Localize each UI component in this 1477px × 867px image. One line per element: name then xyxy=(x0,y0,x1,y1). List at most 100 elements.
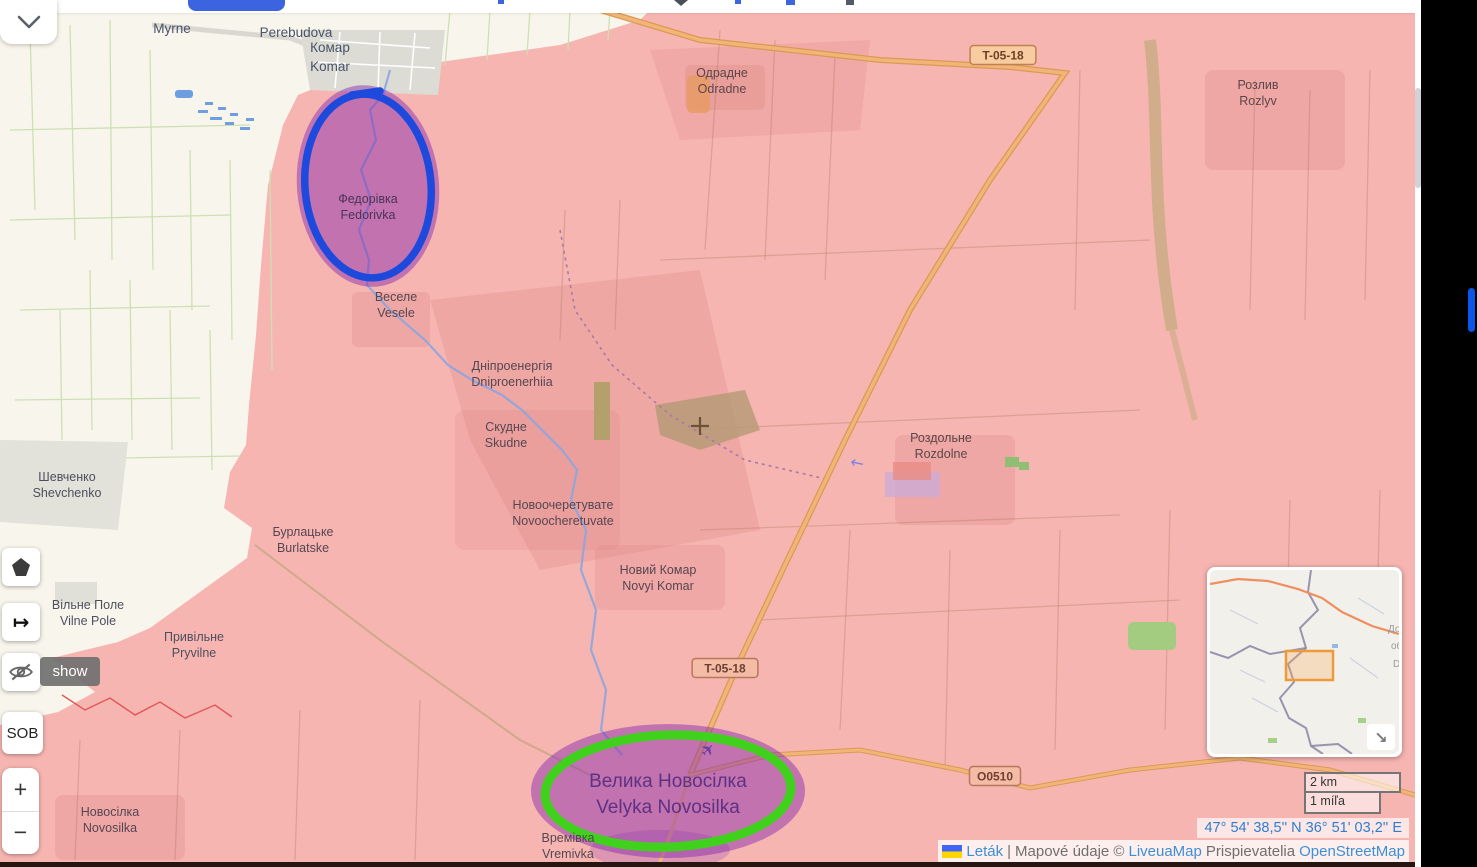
attribution-label: Mapové údaje © xyxy=(1015,843,1124,860)
bottom-edge-strip xyxy=(0,862,1415,867)
svg-text:Komar: Komar xyxy=(310,59,350,74)
toolbar-fragment xyxy=(786,0,795,5)
viewport-indicator[interactable] xyxy=(1286,651,1333,680)
right-black-panel xyxy=(1421,0,1477,867)
liveuamap-link[interactable]: LiveuaMap xyxy=(1128,843,1201,860)
svg-text:O0510: O0510 xyxy=(977,770,1013,784)
svg-text:Велика Новосілка: Велика Новосілка xyxy=(589,771,747,792)
map-label: Perebudova xyxy=(260,25,333,40)
svg-text:Новоочеретувате: Новоочеретувате xyxy=(513,498,614,512)
svg-text:Розлив: Розлив xyxy=(1237,78,1278,92)
svg-text:Dniproenerhiia: Dniproenerhiia xyxy=(471,375,552,389)
pentagon-icon xyxy=(9,556,33,578)
minimap-green xyxy=(1358,718,1366,723)
svg-text:Бурлацьке: Бурлацьке xyxy=(272,525,333,539)
svg-text:Shevchenko: Shevchenko xyxy=(33,486,102,500)
svg-text:Burlatske: Burlatske xyxy=(277,541,329,555)
diagonal-arrow-icon: ↘ xyxy=(1374,728,1387,747)
sob-label: SOB xyxy=(7,725,39,742)
svg-text:Новосілка: Новосілка xyxy=(81,805,139,819)
chevron-down-icon xyxy=(14,14,44,30)
toolbar-fragment xyxy=(498,0,504,4)
svg-text:Комар: Комар xyxy=(310,40,350,55)
svg-text:Дніпроенергія: Дніпроенергія xyxy=(472,359,553,373)
hide-layers-button[interactable] xyxy=(2,653,40,691)
minimap-road xyxy=(1210,579,1399,634)
minimap-edge-labels: До об D xyxy=(1388,624,1399,670)
scale-bar-km: 2 km xyxy=(1304,772,1401,793)
minimap-edge-label: D xyxy=(1393,659,1399,670)
svg-text:Perebudova: Perebudova xyxy=(260,25,333,40)
svg-text:Времівка: Времівка xyxy=(542,831,595,845)
app-window: ✈← MyrnePerebudovaКомарKomarОдраднеOdrad… xyxy=(0,0,1477,867)
openstreetmap-link[interactable]: OpenStreetMap xyxy=(1299,843,1405,860)
top-toolbar xyxy=(0,0,1421,13)
zoom-control: + − xyxy=(2,768,39,854)
svg-text:Одрадне: Одрадне xyxy=(696,66,748,80)
green-patch xyxy=(1019,462,1029,470)
measure-button[interactable]: ↦ xyxy=(2,603,40,641)
scale-bar-miles: 1 míľa xyxy=(1304,793,1381,814)
eye-off-icon xyxy=(8,662,34,682)
green-patch xyxy=(1128,622,1176,650)
toolbar-fragment xyxy=(846,0,854,5)
map-viewport[interactable]: ✈← MyrnePerebudovaКомарKomarОдраднеOdrad… xyxy=(0,0,1415,867)
svg-text:Novyi Komar: Novyi Komar xyxy=(622,579,694,593)
forest-patch xyxy=(594,382,610,440)
cursor-coordinates: 47° 54' 38,5'' N 36° 51' 03,2'' E xyxy=(1197,818,1409,838)
road-badge: O0510 xyxy=(970,767,1021,786)
toolbar-fragment xyxy=(735,0,741,4)
zoom-in-button[interactable]: + xyxy=(2,768,39,812)
svg-text:Novoocheretuvate: Novoocheretuvate xyxy=(512,514,614,528)
map-label: Myrne xyxy=(153,21,191,36)
svg-text:Шевченко: Шевченко xyxy=(38,470,95,484)
svg-text:Odradne: Odradne xyxy=(698,82,747,96)
svg-text:Vesele: Vesele xyxy=(377,306,415,320)
road-badge: T-05-18 xyxy=(970,46,1036,65)
svg-text:Скудне: Скудне xyxy=(485,420,527,434)
war-map[interactable]: ✈← MyrnePerebudovaКомарKomarОдраднеOdrad… xyxy=(0,0,1415,867)
minimap-green xyxy=(1268,738,1277,743)
svg-text:T-05-18: T-05-18 xyxy=(704,662,746,676)
primary-button-fragment[interactable] xyxy=(188,0,285,11)
right-scrollbar-thumb[interactable] xyxy=(1468,288,1475,332)
show-layers-button[interactable]: show xyxy=(40,657,100,686)
svg-text:Velyka Novosilka: Velyka Novosilka xyxy=(596,797,740,818)
blue-circle-overshoot xyxy=(352,91,380,95)
attribution-divider: | xyxy=(1007,843,1011,860)
attribution-contributors: Prispievatelia xyxy=(1206,843,1295,860)
svg-text:Привільне: Привільне xyxy=(164,630,224,644)
svg-text:Vilne Pole: Vilne Pole xyxy=(60,614,116,628)
green-patch xyxy=(1005,457,1019,467)
map-attribution: Leták | Mapové údaje © LiveuaMap Prispie… xyxy=(938,840,1409,862)
svg-text:Веселе: Веселе xyxy=(375,290,417,304)
sob-button[interactable]: SOB xyxy=(2,712,43,754)
svg-text:Rozdolne: Rozdolne xyxy=(915,447,968,461)
svg-text:Федорівка: Федорівка xyxy=(338,192,398,206)
zoom-out-button[interactable]: − xyxy=(2,812,39,855)
svg-text:Myrne: Myrne xyxy=(153,21,191,36)
collapse-panel-button[interactable] xyxy=(0,0,57,44)
leaflet-link[interactable]: Leták xyxy=(966,843,1003,860)
svg-text:Fedorivka: Fedorivka xyxy=(341,208,396,222)
svg-text:Novosilka: Novosilka xyxy=(83,821,137,835)
chevron-down-icon xyxy=(674,0,688,6)
svg-text:Pryvilne: Pryvilne xyxy=(172,646,217,660)
mapsto-icon: ↦ xyxy=(13,610,30,634)
overview-minimap[interactable]: До об D ↘ xyxy=(1207,567,1402,757)
svg-text:Vremivka: Vremivka xyxy=(542,847,594,861)
svg-text:Роздольне: Роздольне xyxy=(910,431,972,445)
minimap-toggle-button[interactable]: ↘ xyxy=(1367,724,1395,750)
ukraine-flag-icon xyxy=(942,845,962,858)
minimap-edge-label: об xyxy=(1391,640,1399,652)
minimap-edge-label: До xyxy=(1388,624,1399,635)
shevchenko-urban-area xyxy=(0,440,128,530)
svg-text:Вільне Поле: Вільне Поле xyxy=(52,598,124,612)
show-label: show xyxy=(52,663,87,680)
minimap-canvas: До об D ↘ xyxy=(1210,570,1399,754)
svg-text:Skudne: Skudne xyxy=(485,436,527,450)
draw-polygon-button[interactable] xyxy=(2,548,40,586)
minimap-water xyxy=(1332,644,1338,648)
svg-text:Rozlyv: Rozlyv xyxy=(1239,94,1277,108)
svg-text:T-05-18: T-05-18 xyxy=(982,49,1024,63)
